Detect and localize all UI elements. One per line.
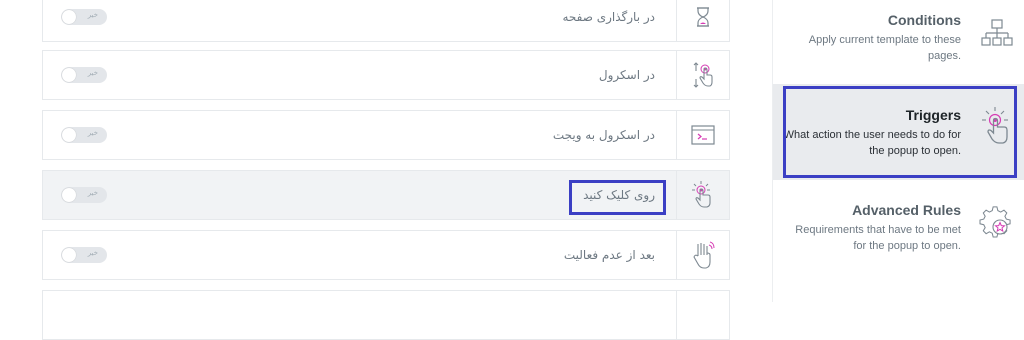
- sidebar-item-title: Conditions: [887, 12, 961, 28]
- toggle-label: خیر: [87, 189, 98, 197]
- inactivity-hand-icon: [676, 231, 729, 279]
- sidebar-item-conditions[interactable]: Conditions Apply current template to the…: [773, 0, 1024, 84]
- label-highlight-box: [569, 180, 666, 215]
- sidebar-item-advanced-rules[interactable]: Advanced Rules Requirements that have to…: [773, 180, 1024, 272]
- trigger-row-inactivity[interactable]: بعد از عدم فعالیت خیر: [42, 230, 730, 280]
- trigger-row-partial[interactable]: [42, 290, 730, 340]
- scroll-hand-icon: [676, 51, 729, 99]
- trigger-toggle[interactable]: خیر: [61, 67, 107, 83]
- trigger-toggle[interactable]: خیر: [61, 247, 107, 263]
- trigger-row-scroll-to-widget[interactable]: در اسکرول به ویجت خیر: [42, 110, 730, 160]
- toggle-knob: [62, 10, 76, 24]
- trigger-toggle[interactable]: خیر: [61, 187, 107, 203]
- trigger-label: بعد از عدم فعالیت: [563, 248, 655, 262]
- toggle-label: خیر: [87, 249, 98, 257]
- trigger-icon-cell: [676, 291, 729, 339]
- gear-star-icon: [979, 206, 1013, 244]
- toggle-knob: [62, 248, 76, 262]
- toggle-label: خیر: [87, 11, 98, 19]
- toggle-knob: [62, 188, 76, 202]
- click-hand-icon: [676, 171, 729, 219]
- trigger-toggle[interactable]: خیر: [61, 127, 107, 143]
- toggle-knob: [62, 68, 76, 82]
- sidebar-item-desc: Apply current template to these pages.: [808, 34, 961, 62]
- sidebar-item-title: Advanced Rules: [852, 202, 961, 218]
- toggle-knob: [62, 128, 76, 142]
- toggle-label: خیر: [87, 129, 98, 137]
- trigger-label: در اسکرول: [598, 68, 655, 82]
- trigger-row-page-load[interactable]: در بارگذاری صفحه خیر: [42, 0, 730, 42]
- widget-code-icon: [676, 111, 729, 159]
- sidebar-item-desc: Requirements that have to be met for the…: [795, 224, 961, 252]
- trigger-label: در بارگذاری صفحه: [562, 10, 655, 24]
- trigger-toggle[interactable]: خیر: [61, 9, 107, 25]
- toggle-label: خیر: [87, 69, 98, 77]
- hourglass-icon: [676, 0, 729, 41]
- sitemap-icon: [981, 18, 1013, 54]
- trigger-row-scroll[interactable]: در اسکرول خیر: [42, 50, 730, 100]
- sidebar-highlight-box: [783, 86, 1017, 178]
- trigger-label: در اسکرول به ویجت: [552, 128, 655, 142]
